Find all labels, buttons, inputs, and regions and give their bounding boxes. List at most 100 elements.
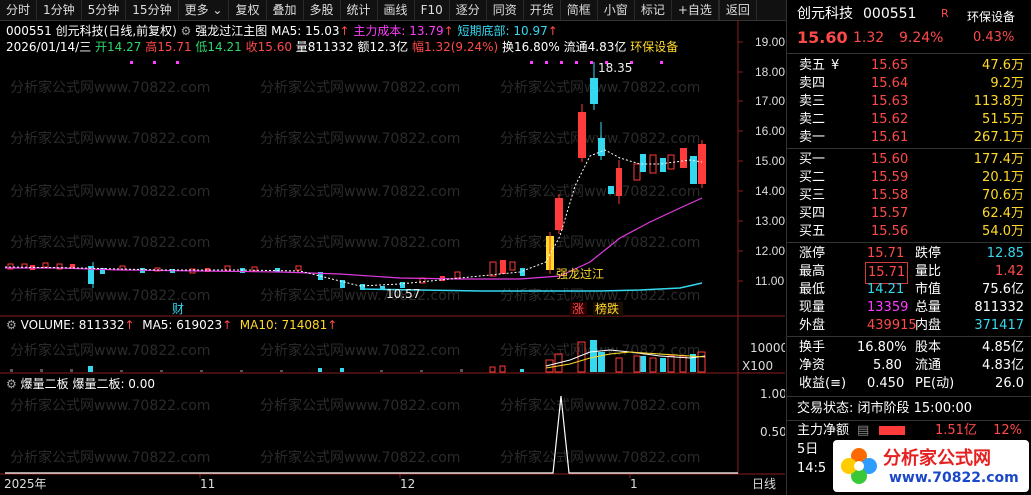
sub-axis-tick: 1.00 xyxy=(760,387,785,401)
toolbar-1min[interactable]: 1分钟 xyxy=(37,0,82,20)
toolbar-fuquan[interactable]: 复权 xyxy=(229,0,267,20)
quote-price-row: 15.60 1.32 9.24% 0.43% xyxy=(787,28,1031,50)
bar-close: 收15.60 xyxy=(245,40,292,54)
ask-volume: 113.8万 xyxy=(973,94,1024,109)
watermark-text: 分析家公式网www.70822.com xyxy=(260,130,460,147)
bid-price: 15.56 xyxy=(871,224,909,239)
ask-price: 15.64 xyxy=(871,76,909,91)
watermark-text: 分析家公式网www.70822.com xyxy=(10,342,210,359)
toolbar-stats[interactable]: 统计 xyxy=(341,0,378,20)
list-icon[interactable]: ▤ xyxy=(857,421,869,441)
net-asset-value: 5.80 xyxy=(873,358,902,373)
bid-row: 买二 15.59 20.1万 xyxy=(787,168,1031,188)
quote-sector[interactable]: 环保设备 xyxy=(967,7,1015,27)
outer-volume-value: 439915 xyxy=(867,318,917,333)
share-capital-value: 4.85亿 xyxy=(982,340,1024,355)
watermark-text: 分析家公式网www.70822.com xyxy=(260,397,460,414)
bid-volume: 62.4万 xyxy=(982,206,1024,221)
time-tick: 2025年 xyxy=(4,477,47,491)
bid-label: 买二 xyxy=(799,170,826,185)
toolbar-multi[interactable]: 多股 xyxy=(304,0,341,20)
stat-label: 市值 xyxy=(915,282,942,297)
ask-price: 15.65 xyxy=(871,58,909,73)
limit-down-value: 12.85 xyxy=(986,246,1024,261)
toolbar-more[interactable]: 更多 ⌄ xyxy=(179,0,230,20)
quote-name: 创元科技 xyxy=(797,6,853,22)
price-tick: 14.00 xyxy=(755,184,785,198)
watermark-text: 分析家公式网www.70822.com xyxy=(500,397,700,414)
arrow-up-icon: ↑ xyxy=(222,318,233,332)
price-tick: 15.00 xyxy=(755,154,785,168)
bid-label: 买四 xyxy=(799,206,826,221)
toolbar-simple[interactable]: 简框 xyxy=(561,0,598,20)
logo-text: 分析家公式网 xyxy=(883,448,991,469)
toolbar-back[interactable]: 返回 xyxy=(718,0,757,20)
price-tick: 19.00 xyxy=(755,35,785,49)
ask-row: 卖五 ¥ 15.65 47.6万 xyxy=(787,56,1031,76)
top-dot-markers xyxy=(130,61,663,64)
ask-volume: 267.1万 xyxy=(973,130,1024,145)
tab-5d[interactable]: 5日 xyxy=(797,440,818,460)
watermark-text: 分析家公式网www.70822.com xyxy=(10,397,210,414)
trade-status-text: 交易状态: 闭市阶段 15:00:00 xyxy=(797,401,973,416)
price-tick: 12.00 xyxy=(755,244,785,258)
bang-label: 榜跌 xyxy=(595,301,619,316)
bar-sector: 环保设备 xyxy=(630,40,679,54)
ask-label: 卖五 xyxy=(799,58,826,73)
bid-price: 15.59 xyxy=(871,170,909,185)
toolbar-15min[interactable]: 15分钟 xyxy=(126,0,179,20)
bid-volume: 70.6万 xyxy=(982,188,1024,203)
flower-logo-icon xyxy=(841,448,877,484)
toolbar-mark[interactable]: 标记 xyxy=(635,0,672,20)
kline-chart-area[interactable]: 分析家公式网www.70822.com 分析家公式网www.70822.com … xyxy=(0,20,785,495)
sub-indicator-name: 爆量二板 xyxy=(20,377,69,391)
toolbar-draw[interactable]: 画线 xyxy=(378,0,415,20)
toolbar-minute[interactable]: 分时 xyxy=(0,0,38,20)
main-header: 000551 创元科技(日线,前复权) ⚙ 强龙过江主图 MA5: 15.03↑… xyxy=(6,22,558,39)
watermark-text: 分析家公式网www.70822.com xyxy=(260,449,460,466)
stat-label: 流通 xyxy=(915,358,942,373)
volume-ma10: MA10: 714081 xyxy=(239,318,328,332)
bar-change: 幅1.32(9.24%) xyxy=(412,40,499,54)
watermark-text: 分析家公式网www.70822.com xyxy=(260,79,460,96)
ask-label: 卖一 xyxy=(799,130,826,145)
indicator-gear-icon[interactable]: ⚙ xyxy=(181,24,192,38)
stat-row: 涨停 15.71 跌停 12.85 xyxy=(787,244,1031,264)
volume-gear-icon[interactable]: ⚙ xyxy=(6,318,17,332)
time-partial: 14:5 xyxy=(797,461,827,476)
yen-icon: ¥ xyxy=(831,58,840,73)
main-net-row: 主力净额 ▤ 1.51亿 12% xyxy=(787,421,1031,441)
ask-price: 15.61 xyxy=(871,130,909,145)
price-tick: 17.00 xyxy=(755,94,785,108)
toolbar-window[interactable]: 小窗 xyxy=(598,0,635,20)
ask-volume: 47.6万 xyxy=(982,58,1024,73)
toolbar-tick[interactable]: 逐分 xyxy=(450,0,487,20)
stat-row: 最低 14.21 市值 75.6亿 xyxy=(787,280,1031,300)
bid-volume: 54.0万 xyxy=(982,224,1024,239)
site-logo: 分析家公式网 www.70822.com xyxy=(833,440,1029,492)
stock-name: 创元科技 xyxy=(55,24,104,38)
price-axis-ticks xyxy=(738,41,743,282)
ask-price: 15.63 xyxy=(871,94,909,109)
pe-value: 26.0 xyxy=(995,376,1024,391)
limit-up-value: 15.71 xyxy=(867,246,905,261)
sub-indicator-value: 爆量二板: 0.00 xyxy=(72,377,156,391)
toolbar-5min[interactable]: 5分钟 xyxy=(82,0,127,20)
stat-row: 最高 15.71 量比 1.42 xyxy=(787,262,1031,284)
price-tick: 13.00 xyxy=(755,214,785,228)
stat-label: 净资 xyxy=(799,358,826,373)
toolbar-overlay[interactable]: 叠加 xyxy=(267,0,304,20)
arrow-up-icon: ↑ xyxy=(124,318,135,332)
ask-row: 卖三 15.63 113.8万 xyxy=(787,92,1031,112)
toolbar-add-watch[interactable]: +自选 xyxy=(672,0,719,20)
stat-label: 股本 xyxy=(915,340,942,355)
sub-gear-icon[interactable]: ⚙ xyxy=(6,377,17,391)
toolbar-same[interactable]: 同资 xyxy=(487,0,524,20)
time-tick: 12 xyxy=(400,477,415,491)
volume-ma5: MA5: 619023 xyxy=(142,318,223,332)
toolbar-open[interactable]: 开货 xyxy=(524,0,561,20)
bid-row: 买一 15.60 177.4万 xyxy=(787,150,1031,170)
bid-price: 15.58 xyxy=(871,188,909,203)
toolbar-f10[interactable]: F10 xyxy=(415,0,450,20)
watermark-text: 分析家公式网www.70822.com xyxy=(10,183,210,200)
